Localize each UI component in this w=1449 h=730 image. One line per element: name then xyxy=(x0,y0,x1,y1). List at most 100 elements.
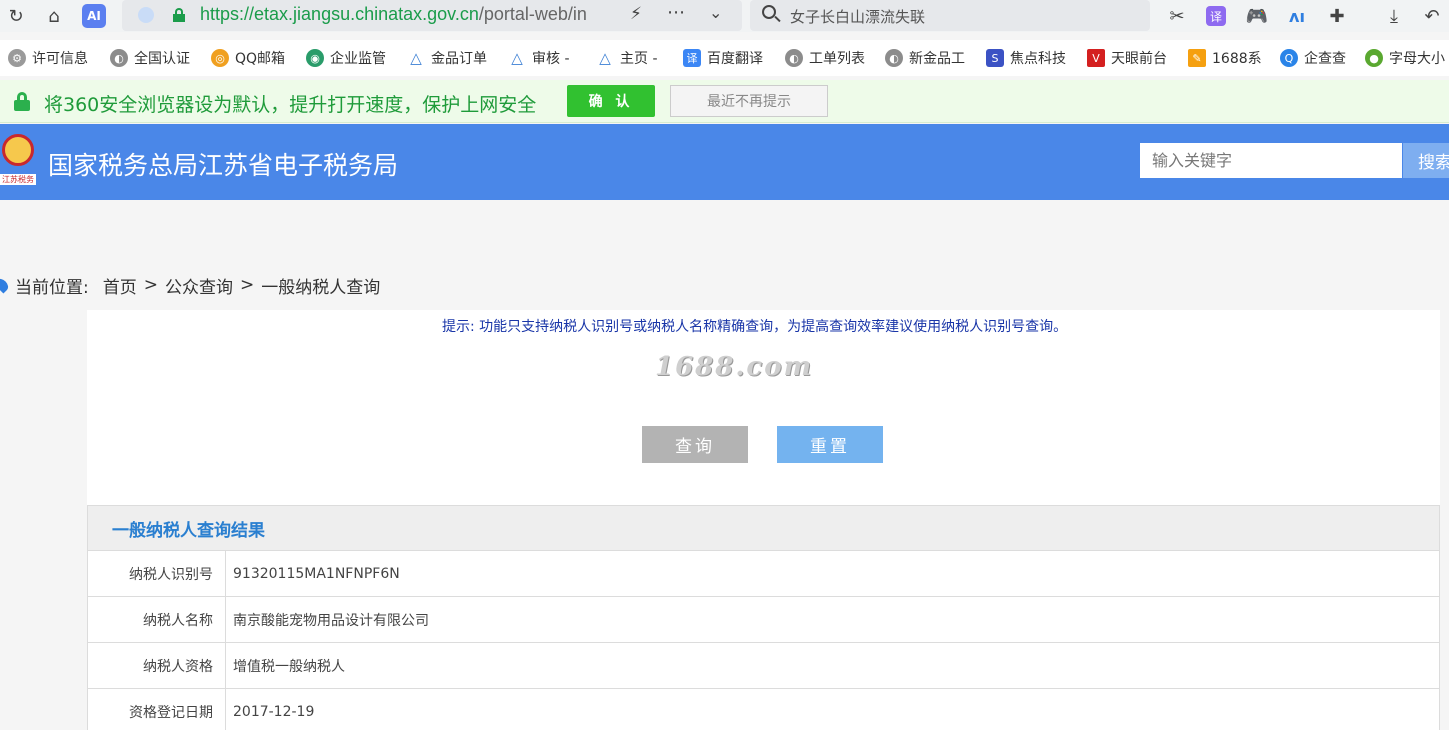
ai-icon[interactable]: AI xyxy=(82,4,106,28)
bookmark-item[interactable]: △ 金品订单 xyxy=(407,48,487,68)
reset-button[interactable]: 重置 xyxy=(777,426,883,463)
row-value: 91320115MA1NFNPF6N xyxy=(233,565,400,582)
qcc-icon: Q xyxy=(1280,49,1298,67)
extensions-icon[interactable]: ✚ xyxy=(1325,4,1349,28)
bookmark-label: 百度翻译 xyxy=(707,51,763,67)
globe-icon: ◐ xyxy=(110,49,128,67)
triangle-icon: △ xyxy=(599,49,611,67)
undo-icon[interactable]: ↶ xyxy=(1420,4,1444,28)
site-icon xyxy=(138,7,154,23)
game-icon[interactable]: 🎮 xyxy=(1245,4,1269,28)
globe-icon: ◉ xyxy=(306,49,324,67)
lightning-icon[interactable]: ⚡ xyxy=(630,4,642,24)
table-row: 纳税人名称 南京酸能宠物用品设计有限公司 xyxy=(88,597,1439,643)
breadcrumb-separator: > xyxy=(239,275,255,295)
chevron-down-icon[interactable]: ⌄ xyxy=(709,3,722,22)
bookmark-label: 1688系 xyxy=(1212,51,1262,67)
qq-mail-icon: ◎ xyxy=(211,49,229,67)
breadcrumb-home[interactable]: 首页 xyxy=(103,273,137,298)
bookmark-item[interactable]: ✎ 1688系 xyxy=(1188,48,1262,68)
scissors-icon[interactable]: ✂ xyxy=(1165,4,1189,28)
bookmark-item[interactable]: ● 字母大小 xyxy=(1365,48,1445,68)
triangle-icon: △ xyxy=(511,49,523,67)
row-value: 增值税一般纳税人 xyxy=(233,658,345,675)
bookmark-label: 许可信息 xyxy=(32,51,88,67)
keyword-search-button[interactable]: 搜索 xyxy=(1403,143,1449,178)
v-logo-icon: V xyxy=(1087,49,1105,67)
row-value: 南京酸能宠物用品设计有限公司 xyxy=(233,612,429,629)
confirm-button[interactable]: 确 认 xyxy=(567,85,655,117)
lock-icon xyxy=(14,92,30,111)
bookmark-item[interactable]: △ 审核 - xyxy=(508,48,570,68)
bookmark-label: QQ邮箱 xyxy=(235,51,286,67)
url-host: https://etax.jiangsu.chinatax.gov.cn xyxy=(200,4,479,24)
bookmark-item[interactable]: ⚙ 许可信息 xyxy=(8,48,88,68)
translate-icon: 译 xyxy=(683,49,701,67)
row-value: 2017-12-19 xyxy=(233,703,315,720)
keyword-search-input[interactable] xyxy=(1140,143,1402,178)
frog-icon: ● xyxy=(1365,49,1383,67)
url-path: /portal-web/in xyxy=(478,4,587,24)
s-logo-icon: S xyxy=(986,49,1004,67)
location-pin-icon xyxy=(0,276,11,294)
results-title: 一般纳税人查询结果 xyxy=(88,506,1439,551)
triangle-icon: △ xyxy=(410,49,422,67)
ai-assistant-icon[interactable]: ʌı xyxy=(1285,4,1309,28)
table-row: 纳税人资格 增值税一般纳税人 xyxy=(88,643,1439,689)
bookmark-label: 全国认证 xyxy=(134,51,190,67)
query-button[interactable]: 查询 xyxy=(642,426,748,463)
bookmark-item[interactable]: ◉ 企业监管 xyxy=(306,48,386,68)
bookmark-item[interactable]: Q 企查查 xyxy=(1280,48,1346,68)
site-title: 国家税务总局江苏省电子税务局 xyxy=(48,151,399,180)
breadcrumb-separator: > xyxy=(143,275,158,295)
query-tip: 提示: 功能只支持纳税人识别号或纳税人名称精确查询，为提高查询效率建议使用纳税人… xyxy=(442,319,1068,335)
home-icon[interactable]: ⌂ xyxy=(42,4,66,28)
breadcrumb-current: 一般纳税人查询 xyxy=(261,277,381,298)
table-row: 资格登记日期 2017-12-19 xyxy=(88,689,1439,730)
bookmark-item[interactable]: S 焦点科技 xyxy=(986,48,1066,68)
bookmark-label: 审核 - xyxy=(532,51,570,67)
browser-search-bar[interactable]: 女子长白山漂流失联 xyxy=(750,0,1150,31)
bookmark-item[interactable]: 译百度翻译 xyxy=(683,48,763,68)
default-browser-notice: 将360安全浏览器设为默认，提升打开速度，保护上网安全 确 认 最近不再提示 xyxy=(0,80,1449,123)
table-row: 纳税人识别号 91320115MA1NFNPF6N xyxy=(88,551,1439,597)
row-label: 纳税人识别号 xyxy=(88,551,226,596)
bookmark-item[interactable]: ◐ 新金品工 xyxy=(885,48,965,68)
bookmark-label: 工单列表 xyxy=(809,51,865,67)
browser-toolbar: ↻ ⌂ AI https://etax.jiangsu.chinatax.gov… xyxy=(0,0,1449,32)
row-label: 纳税人名称 xyxy=(88,597,226,642)
bookmark-item[interactable]: ◐ 全国认证 xyxy=(110,48,190,68)
notice-text: 将360安全浏览器设为默认，提升打开速度，保护上网安全 xyxy=(44,94,537,116)
bookmark-item[interactable]: ◎ QQ邮箱 xyxy=(211,48,285,68)
row-label: 纳税人资格 xyxy=(88,643,226,688)
gear-icon: ⚙ xyxy=(8,49,26,67)
breadcrumb-public-query[interactable]: 公众查询 xyxy=(165,273,233,298)
bookmark-label: 金品订单 xyxy=(431,51,487,67)
emblem-caption: 江苏税务 xyxy=(0,174,36,185)
download-icon[interactable]: ⤓ xyxy=(1382,4,1406,28)
breadcrumb: 当前位置: 首页 > 公众查询 > 一般纳税人查询 xyxy=(0,272,380,298)
browser-search-text: 女子长白山漂流失联 xyxy=(790,8,926,26)
1688-icon: ✎ xyxy=(1188,49,1206,67)
globe-icon: ◐ xyxy=(785,49,803,67)
query-panel: 提示: 功能只支持纳税人识别号或纳税人名称精确查询，为提高查询效率建议使用纳税人… xyxy=(87,310,1440,506)
globe-icon: ◐ xyxy=(885,49,903,67)
watermark: 1688.com xyxy=(655,352,814,382)
bookmark-label: 新金品工 xyxy=(909,51,965,67)
row-label: 资格登记日期 xyxy=(88,689,226,730)
bookmark-label: 企查查 xyxy=(1304,51,1346,67)
breadcrumb-label: 当前位置: xyxy=(15,277,89,298)
bookmark-item[interactable]: △ 主页 - xyxy=(596,48,658,68)
bookmark-item[interactable]: ◐ 工单列表 xyxy=(785,48,865,68)
secure-lock-icon xyxy=(173,8,185,22)
bookmark-label: 主页 - xyxy=(620,51,658,67)
reload-icon[interactable]: ↻ xyxy=(4,4,28,28)
site-header: 江苏税务 国家税务总局江苏省电子税务局 搜索 xyxy=(0,124,1449,200)
bookmark-item[interactable]: V 天眼前台 xyxy=(1087,48,1167,68)
dismiss-button[interactable]: 最近不再提示 xyxy=(670,85,828,117)
bookmarks-bar: ⚙ 许可信息 ◐ 全国认证 ◎ QQ邮箱 ◉ 企业监管 △ 金品订单 △ 审核 - △ 主页 … xyxy=(0,40,1449,76)
translate-icon[interactable]: 译 xyxy=(1206,6,1226,26)
address-bar[interactable]: https://etax.jiangsu.chinatax.gov.cn/por… xyxy=(122,0,742,31)
more-icon[interactable]: ⋯ xyxy=(667,2,685,23)
url-text[interactable]: https://etax.jiangsu.chinatax.gov.cn/por… xyxy=(200,4,620,25)
